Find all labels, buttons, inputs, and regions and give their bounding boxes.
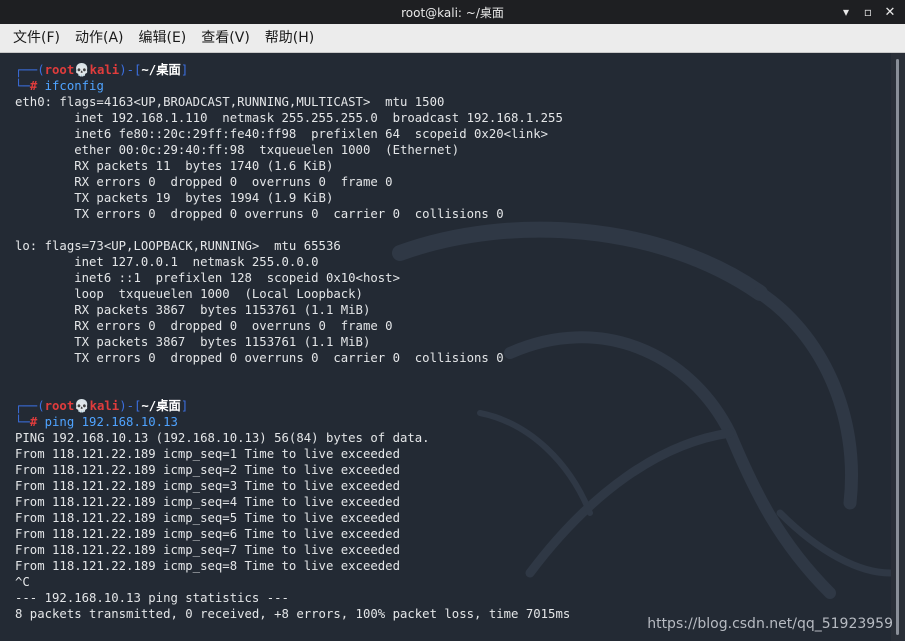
menu-action[interactable]: 动作(A) [68, 24, 131, 52]
prompt-box-open: ┌──( [15, 63, 45, 77]
minimize-icon[interactable]: ▾ [835, 0, 857, 24]
output-line: TX errors 0 dropped 0 overruns 0 carrier… [15, 207, 504, 221]
ifconfig-output: eth0: flags=4163<UP,BROADCAST,RUNNING,MU… [15, 94, 570, 398]
prompt-symbol: # [29, 415, 38, 429]
output-line: inet6 ::1 prefixlen 128 scopeid 0x10<hos… [15, 271, 400, 285]
prompt-user: root [44, 63, 75, 77]
output-line: 8 packets transmitted, 0 received, +8 er… [15, 607, 571, 621]
terminal-area[interactable]: ┌──(root💀kali)-[~/桌面] └─# ifconfig eth0:… [0, 53, 891, 641]
output-line: ether 00:0c:29:40:ff:98 txqueuelen 1000 … [15, 143, 460, 157]
output-line: TX packets 19 bytes 1994 (1.9 KiB) [15, 191, 334, 205]
output-line: From 118.121.22.189 icmp_seq=4 Time to l… [15, 495, 400, 509]
output-line: RX errors 0 dropped 0 overruns 0 frame 0 [15, 175, 393, 189]
skull-icon: 💀 [74, 399, 90, 413]
output-line: TX packets 3867 bytes 1153761 (1.1 MiB) [15, 335, 371, 349]
output-line: From 118.121.22.189 icmp_seq=1 Time to l… [15, 447, 400, 461]
terminal-window: root@kali: ~/桌面 ▾ ▫ ✕ 文件(F) 动作(A) 编辑(E) … [0, 0, 905, 641]
prompt-host: kali [89, 63, 120, 77]
menu-help[interactable]: 帮助(H) [258, 24, 321, 52]
prompt-line-1: ┌──(root💀kali)-[~/桌面] [15, 62, 570, 78]
prompt-symbol: # [29, 79, 38, 93]
output-line: From 118.121.22.189 icmp_seq=7 Time to l… [15, 543, 400, 557]
output-line: lo: flags=73<UP,LOOPBACK,RUNNING> mtu 65… [15, 239, 341, 253]
maximize-icon[interactable]: ▫ [857, 0, 879, 24]
scrollbar-thumb[interactable] [896, 59, 899, 635]
output-line: --- 192.168.10.13 ping statistics --- [15, 591, 289, 605]
ping-output: PING 192.168.10.13 (192.168.10.13) 56(84… [15, 430, 570, 622]
command-line-1: └─# ifconfig [15, 78, 570, 94]
prompt-corner: └─ [15, 415, 30, 429]
output-line: eth0: flags=4163<UP,BROADCAST,RUNNING,MU… [15, 95, 445, 109]
output-line: loop txqueuelen 1000 (Local Loopback) [15, 287, 363, 301]
title-bar[interactable]: root@kali: ~/桌面 ▾ ▫ ✕ [0, 0, 905, 24]
prompt-path: ~/桌面 [141, 399, 181, 413]
output-line: TX errors 0 dropped 0 overruns 0 carrier… [15, 351, 504, 365]
prompt-sep: )-[ [119, 399, 142, 413]
prompt-corner: └─ [15, 79, 30, 93]
menu-view[interactable]: 查看(V) [194, 24, 257, 52]
command-ping: ping 192.168.10.13 [44, 415, 178, 429]
menu-bar: 文件(F) 动作(A) 编辑(E) 查看(V) 帮助(H) [0, 24, 905, 53]
prompt-box-close: ] [180, 63, 189, 77]
window-title: root@kali: ~/桌面 [401, 5, 504, 20]
menu-file[interactable]: 文件(F) [6, 24, 67, 52]
command-line-2: └─# ping 192.168.10.13 [15, 414, 570, 430]
prompt-box-close: ] [180, 399, 189, 413]
prompt-line-2: ┌──(root💀kali)-[~/桌面] [15, 398, 570, 414]
close-icon[interactable]: ✕ [879, 0, 901, 24]
output-line: From 118.121.22.189 icmp_seq=8 Time to l… [15, 559, 400, 573]
scrollbar[interactable] [891, 53, 905, 641]
output-line: From 118.121.22.189 icmp_seq=6 Time to l… [15, 527, 400, 541]
watermark: https://blog.csdn.net/qq_51923959 [647, 616, 893, 632]
menu-edit[interactable]: 编辑(E) [132, 24, 194, 52]
prompt-box-open: ┌──( [15, 399, 45, 413]
prompt-host: kali [89, 399, 120, 413]
output-line: PING 192.168.10.13 (192.168.10.13) 56(84… [15, 431, 430, 445]
output-line: From 118.121.22.189 icmp_seq=2 Time to l… [15, 463, 400, 477]
output-line: ^C [15, 575, 30, 589]
command-ifconfig: ifconfig [44, 79, 104, 93]
prompt-user: root [44, 399, 75, 413]
skull-icon: 💀 [74, 63, 90, 77]
output-line: RX packets 3867 bytes 1153761 (1.1 MiB) [15, 303, 371, 317]
output-line: inet6 fe80::20c:29ff:fe40:ff98 prefixlen… [15, 127, 549, 141]
output-line: From 118.121.22.189 icmp_seq=3 Time to l… [15, 479, 400, 493]
output-line: inet 192.168.1.110 netmask 255.255.255.0… [15, 111, 563, 125]
output-line: From 118.121.22.189 icmp_seq=5 Time to l… [15, 511, 400, 525]
prompt-sep: )-[ [119, 63, 142, 77]
prompt-path: ~/桌面 [141, 63, 181, 77]
output-line: RX errors 0 dropped 0 overruns 0 frame 0 [15, 319, 393, 333]
output-line: RX packets 11 bytes 1740 (1.6 KiB) [15, 159, 334, 173]
output-line: inet 127.0.0.1 netmask 255.0.0.0 [15, 255, 319, 269]
